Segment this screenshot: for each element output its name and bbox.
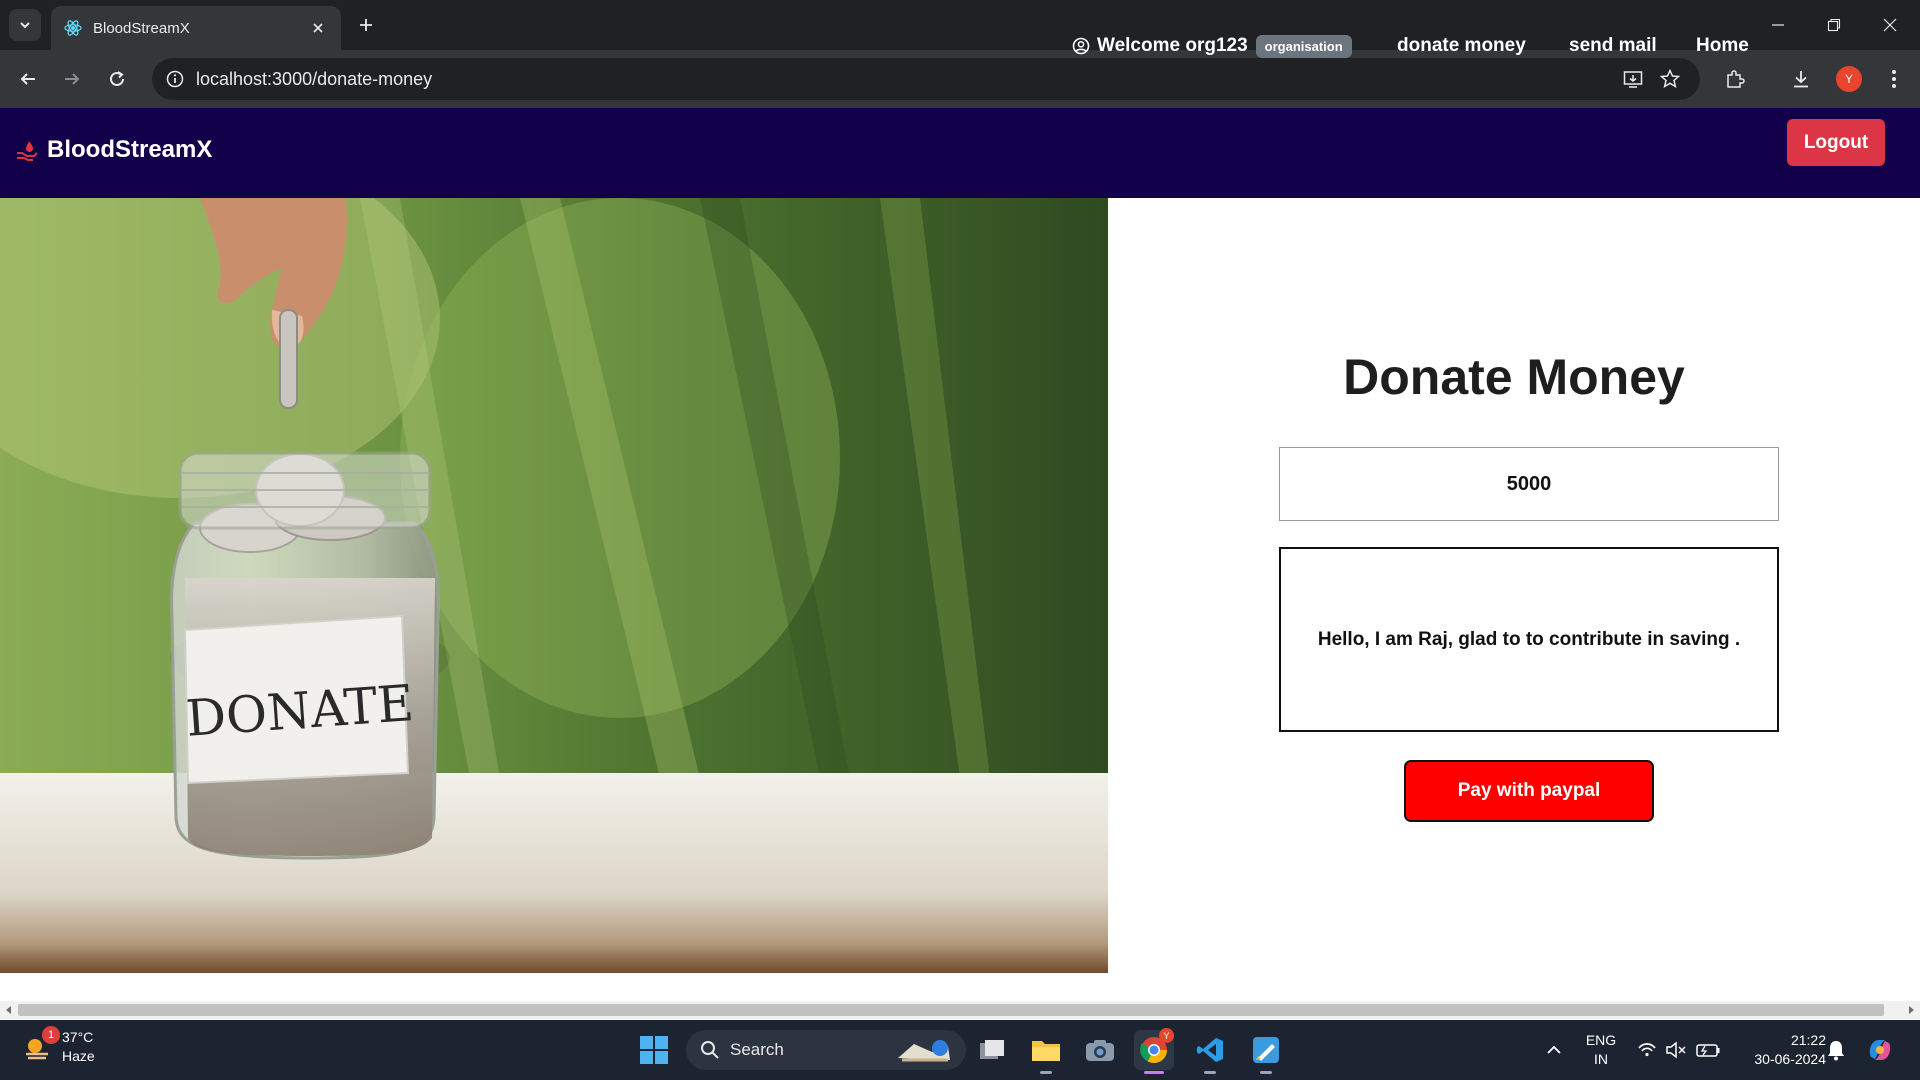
message-textarea[interactable]: Hello, I am Raj, glad to to contribute i… [1279, 547, 1779, 732]
clock-time: 21:22 [1790, 1032, 1826, 1048]
search-icon [701, 1041, 719, 1059]
close-window-button[interactable] [1862, 0, 1918, 50]
page-title: Donate Money [1343, 349, 1685, 405]
minimize-icon [1772, 24, 1784, 26]
language-line2: IN [1594, 1051, 1608, 1067]
quick-settings-button[interactable] [1630, 1030, 1730, 1070]
donation-hand-icon [17, 141, 38, 161]
notifications-button[interactable] [1816, 1030, 1856, 1070]
install-app-icon[interactable] [1620, 66, 1646, 92]
arrow-left-icon [20, 73, 35, 85]
amount-input[interactable] [1279, 447, 1779, 521]
copilot-icon [1869, 1040, 1891, 1060]
tab-search-button[interactable] [9, 9, 41, 41]
task-view-icon [980, 1040, 1004, 1059]
weather-widget[interactable]: 1 37°C Haze [22, 1026, 95, 1066]
chrome-taskbar-button[interactable]: Y [1134, 1028, 1174, 1074]
tab-title: BloodStreamX [93, 19, 190, 37]
start-button[interactable] [634, 1030, 674, 1070]
windows-logo-icon [640, 1036, 668, 1064]
chrome-profile-badge: Y [1159, 1028, 1174, 1043]
site-info-icon[interactable] [162, 66, 188, 92]
wifi-volume-battery-icons [1638, 1041, 1720, 1059]
donation-jar-image: DONATE [0, 198, 1108, 973]
paint-icon [1253, 1037, 1279, 1063]
chevron-down-icon [20, 22, 30, 29]
clock[interactable]: 21:22 30-06-2024 [1730, 1031, 1826, 1069]
downloads-icon[interactable] [1784, 62, 1818, 96]
more-menu-icon[interactable] [1877, 62, 1911, 96]
reload-button[interactable] [100, 62, 134, 96]
bookmark-star-icon[interactable] [1657, 66, 1683, 92]
scroll-left-arrow-icon[interactable] [0, 1001, 18, 1019]
camera-icon [1086, 1040, 1114, 1061]
windows-taskbar: 1 37°C Haze Search Y ENG IN 21:22 30-06-… [0, 1020, 1920, 1080]
camera-app-button[interactable] [1080, 1030, 1120, 1070]
react-favicon-icon [64, 20, 82, 36]
weather-desc: Haze [62, 1048, 95, 1064]
task-view-button[interactable] [972, 1030, 1012, 1070]
search-label: Search [730, 1040, 784, 1059]
taskbar-search[interactable]: Search [686, 1030, 966, 1070]
search-highlight-icon [898, 1040, 950, 1062]
close-icon [1883, 18, 1897, 32]
brand-name: BloodStreamX [47, 136, 213, 163]
role-badge: organisation [1255, 34, 1352, 58]
forward-button[interactable] [55, 62, 89, 96]
weather-temp: 37°C [62, 1029, 94, 1045]
bell-icon [1828, 1041, 1844, 1061]
message-text: Hello, I am Raj, glad to to contribute i… [1317, 628, 1741, 650]
folder-icon [1032, 1041, 1060, 1061]
back-button[interactable] [11, 62, 45, 96]
restore-icon [1827, 18, 1841, 32]
vscode-icon [1197, 1038, 1223, 1062]
scroll-right-arrow-icon[interactable] [1902, 1001, 1920, 1019]
nav-link-donate-money[interactable]: donate money [1397, 24, 1526, 68]
reload-icon [110, 71, 124, 86]
new-tab-button[interactable] [352, 11, 380, 39]
show-hidden-icons-button[interactable] [1534, 1030, 1574, 1070]
user-circle-icon [1072, 37, 1090, 55]
profile-avatar[interactable]: Y [1836, 66, 1862, 92]
language-indicator[interactable]: ENG IN [1578, 1031, 1624, 1069]
restore-button[interactable] [1806, 0, 1862, 50]
scrollbar-thumb[interactable] [18, 1004, 1884, 1016]
editor-taskbar-button[interactable] [1246, 1030, 1286, 1074]
url-text[interactable]: localhost:3000/donate-money [196, 58, 432, 100]
nav-link-send-mail[interactable]: send mail [1569, 24, 1657, 68]
welcome-user: Welcome org123 organisation [1072, 24, 1352, 68]
brand-logo[interactable]: BloodStreamX [15, 136, 212, 164]
chevron-up-icon [1547, 1045, 1561, 1054]
arrow-right-icon [65, 73, 80, 85]
file-explorer-button[interactable] [1026, 1030, 1066, 1074]
language-line1: ENG [1585, 1032, 1617, 1048]
logout-button[interactable]: Logout [1787, 119, 1885, 166]
browser-tab[interactable]: BloodStreamX [51, 6, 341, 50]
minimize-button[interactable] [1750, 0, 1806, 50]
welcome-text: Welcome org123 [1097, 35, 1248, 56]
pay-with-paypal-button[interactable]: Pay with paypal [1404, 760, 1654, 822]
copilot-button[interactable] [1860, 1030, 1900, 1070]
app-navbar: BloodStreamX [0, 108, 1920, 198]
clock-date: 30-06-2024 [1754, 1051, 1826, 1067]
tab-close-icon[interactable] [307, 17, 329, 39]
donate-form-panel: Donate Money Hello, I am Raj, glad to to… [1108, 198, 1920, 973]
weather-alert-badge: 1 [42, 1026, 60, 1044]
plus-icon [360, 19, 372, 31]
nav-link-home[interactable]: Home [1696, 24, 1749, 68]
horizontal-scrollbar[interactable] [0, 1001, 1920, 1019]
vscode-taskbar-button[interactable] [1190, 1030, 1230, 1074]
